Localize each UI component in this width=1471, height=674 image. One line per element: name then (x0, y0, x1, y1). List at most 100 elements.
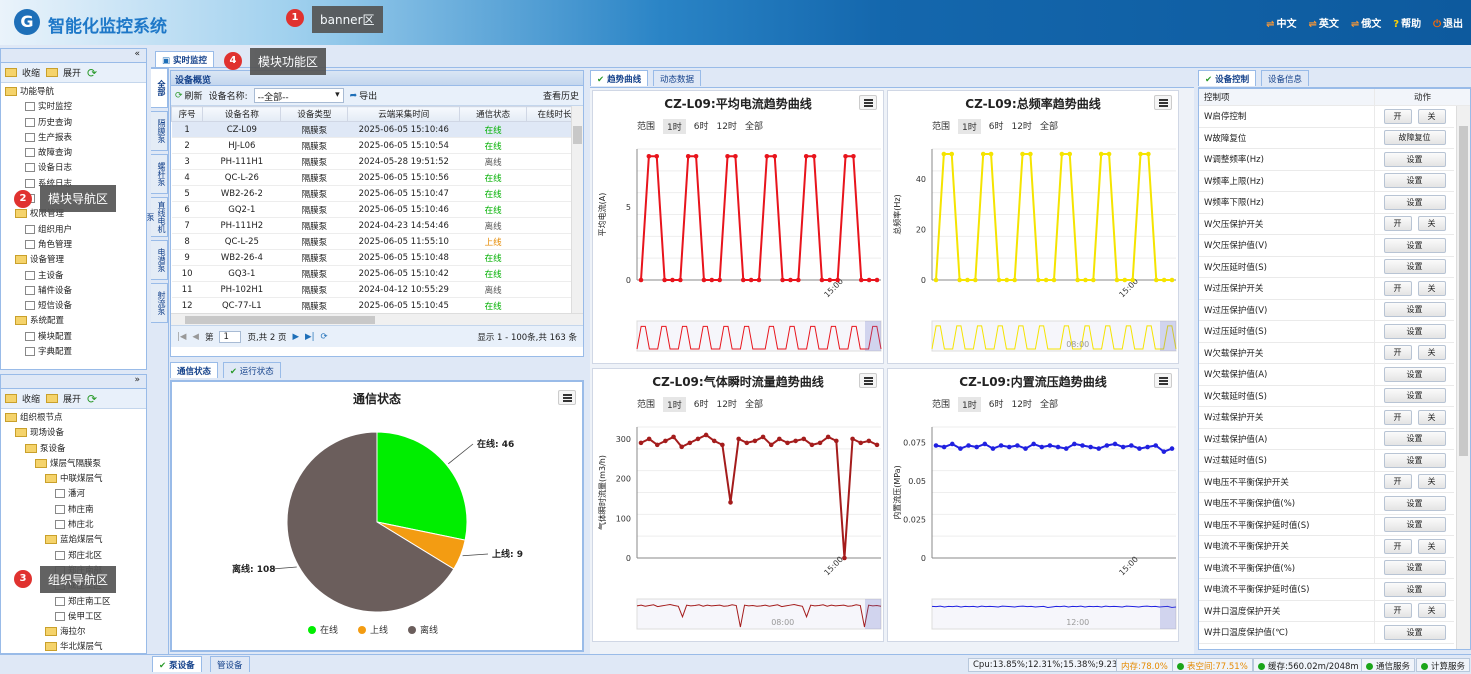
set-button[interactable]: 设置 (1383, 366, 1446, 382)
data-point[interactable] (1098, 151, 1104, 157)
org-tree-item[interactable]: 郑庄南工区 (5, 595, 142, 610)
data-point[interactable] (793, 438, 798, 444)
data-point[interactable] (1055, 444, 1061, 450)
data-point[interactable] (819, 277, 825, 283)
data-point[interactable] (1169, 277, 1175, 283)
tab-comm-status[interactable]: 通信状态 (170, 362, 219, 378)
data-point[interactable] (1153, 443, 1159, 448)
vtab-2[interactable]: 螺杆泵 (151, 154, 168, 194)
range-all[interactable]: 全部 (1040, 397, 1058, 412)
data-point[interactable] (1067, 151, 1073, 157)
data-point[interactable] (1006, 444, 1012, 450)
range-all[interactable]: 全部 (1040, 119, 1058, 134)
table-row[interactable]: 2 HJ-L06 隔膜泵 2025-06-05 15:10:54 在线 (171, 137, 583, 154)
data-point[interactable] (801, 436, 807, 442)
data-point[interactable] (1080, 443, 1085, 448)
range-6h[interactable]: 6时 (694, 119, 709, 134)
data-point[interactable] (780, 277, 785, 283)
nav-tree-item[interactable]: 功能导航 (5, 85, 142, 100)
col-header[interactable]: 序号 (171, 106, 204, 122)
data-point[interactable] (654, 442, 660, 448)
tab-realtime-monitor[interactable]: ▣ 实时监控 (155, 51, 215, 67)
table-row[interactable]: 9 WB2-26-4 隔膜泵 2025-06-05 15:10:48 在线 (171, 249, 583, 266)
set-button[interactable]: 设置 (1383, 302, 1446, 318)
data-point[interactable] (866, 277, 872, 283)
data-point[interactable] (1039, 444, 1045, 450)
data-point[interactable] (858, 277, 864, 283)
on-button[interactable]: 开 (1383, 538, 1412, 554)
data-point[interactable] (717, 277, 722, 283)
pie-slice-在线[interactable] (376, 431, 468, 541)
org-tree-item[interactable]: 潘河 (5, 487, 142, 502)
data-point[interactable] (996, 277, 1002, 283)
data-point[interactable] (670, 277, 675, 283)
data-point[interactable] (679, 444, 684, 450)
chart-menu-icon[interactable] (1154, 373, 1172, 388)
data-point[interactable] (693, 153, 699, 159)
range-all[interactable]: 全部 (745, 119, 763, 134)
first-page-icon[interactable]: |◀ (177, 332, 186, 342)
expand-all-button[interactable]: 展开 (46, 66, 81, 79)
org-expand-button[interactable]: 展开 (46, 392, 81, 405)
tab-run-status[interactable]: ✔ 运行状态 (222, 362, 281, 378)
on-button[interactable]: 开 (1383, 345, 1412, 361)
help-link[interactable]: ? 帮助 (1393, 15, 1421, 30)
vtab-0[interactable]: 全部 (151, 68, 168, 108)
fault-reset-button[interactable]: 故障复位 (1383, 130, 1446, 146)
data-point[interactable] (1130, 277, 1135, 283)
table-row[interactable]: 7 PH-111H2 隔膜泵 2024-04-23 14:54:46 离线 (171, 217, 583, 234)
data-point[interactable] (1106, 151, 1112, 157)
data-point[interactable] (1047, 443, 1053, 448)
data-point[interactable] (827, 277, 833, 283)
nav-collapse-bar[interactable]: « (1, 49, 146, 63)
data-point[interactable] (874, 277, 880, 283)
grid-scrollbar[interactable] (571, 106, 583, 313)
org-tree-item[interactable]: 组织根节点 (5, 411, 142, 426)
refresh-icon[interactable]: ⟳ (87, 392, 97, 406)
nav-tree-item[interactable]: 实时监控 (5, 100, 142, 115)
data-point[interactable] (1051, 277, 1057, 283)
off-button[interactable]: 关 (1417, 603, 1446, 619)
data-point[interactable] (1114, 277, 1120, 283)
set-button[interactable]: 设置 (1383, 194, 1446, 210)
table-row[interactable]: 3 PH-111H1 隔膜泵 2024-05-28 19:51:52 离线 (171, 153, 583, 170)
data-point[interactable] (851, 153, 856, 159)
legend-label[interactable]: 离线 (420, 624, 438, 636)
vtab-5[interactable]: 射流泵 (151, 283, 168, 323)
org-tree-item[interactable]: 现场设备 (5, 426, 142, 441)
data-point[interactable] (966, 443, 971, 448)
data-point[interactable] (1020, 151, 1025, 157)
table-row[interactable]: 12 QC-77-L1 隔膜泵 2025-06-05 15:10:45 在线 (171, 297, 583, 313)
device-name-select[interactable]: --全部-- ▾ (253, 88, 344, 103)
prev-page-icon[interactable]: ◀ (192, 332, 199, 342)
range-12h[interactable]: 12时 (1011, 397, 1031, 412)
set-button[interactable]: 设置 (1383, 173, 1446, 189)
nav-tree-item[interactable]: 主设备 (5, 269, 142, 284)
data-point[interactable] (685, 153, 691, 159)
data-point[interactable] (1088, 444, 1093, 450)
refresh-icon[interactable]: ⟳ (87, 66, 97, 80)
data-point[interactable] (982, 441, 988, 447)
data-point[interactable] (1137, 446, 1142, 451)
data-point[interactable] (850, 436, 855, 442)
org-tree-item[interactable]: 侯甲工区 (5, 610, 142, 625)
org-tree-item[interactable]: 煤层气隔膜泵 (5, 457, 142, 472)
legend-marker[interactable] (308, 626, 316, 634)
data-point[interactable] (1161, 277, 1167, 283)
next-page-icon[interactable]: ▶ (292, 332, 299, 342)
data-point[interactable] (1063, 446, 1069, 451)
data-point[interactable] (740, 277, 746, 283)
tab-pump-devices[interactable]: ✔ 泵设备 (152, 656, 202, 672)
data-point[interactable] (1122, 277, 1128, 283)
chart-menu-icon[interactable] (859, 95, 877, 110)
data-point[interactable] (965, 277, 970, 283)
data-point[interactable] (725, 153, 730, 159)
nav-tree-item[interactable]: 角色管理 (5, 238, 142, 253)
data-point[interactable] (974, 444, 979, 450)
off-button[interactable]: 关 (1417, 345, 1446, 361)
data-point[interactable] (638, 440, 644, 446)
nav-tree-item[interactable]: 辅件设备 (5, 284, 142, 299)
data-point[interactable] (744, 440, 750, 446)
col-header[interactable]: 设备类型 (280, 106, 349, 122)
data-point[interactable] (1161, 449, 1167, 454)
